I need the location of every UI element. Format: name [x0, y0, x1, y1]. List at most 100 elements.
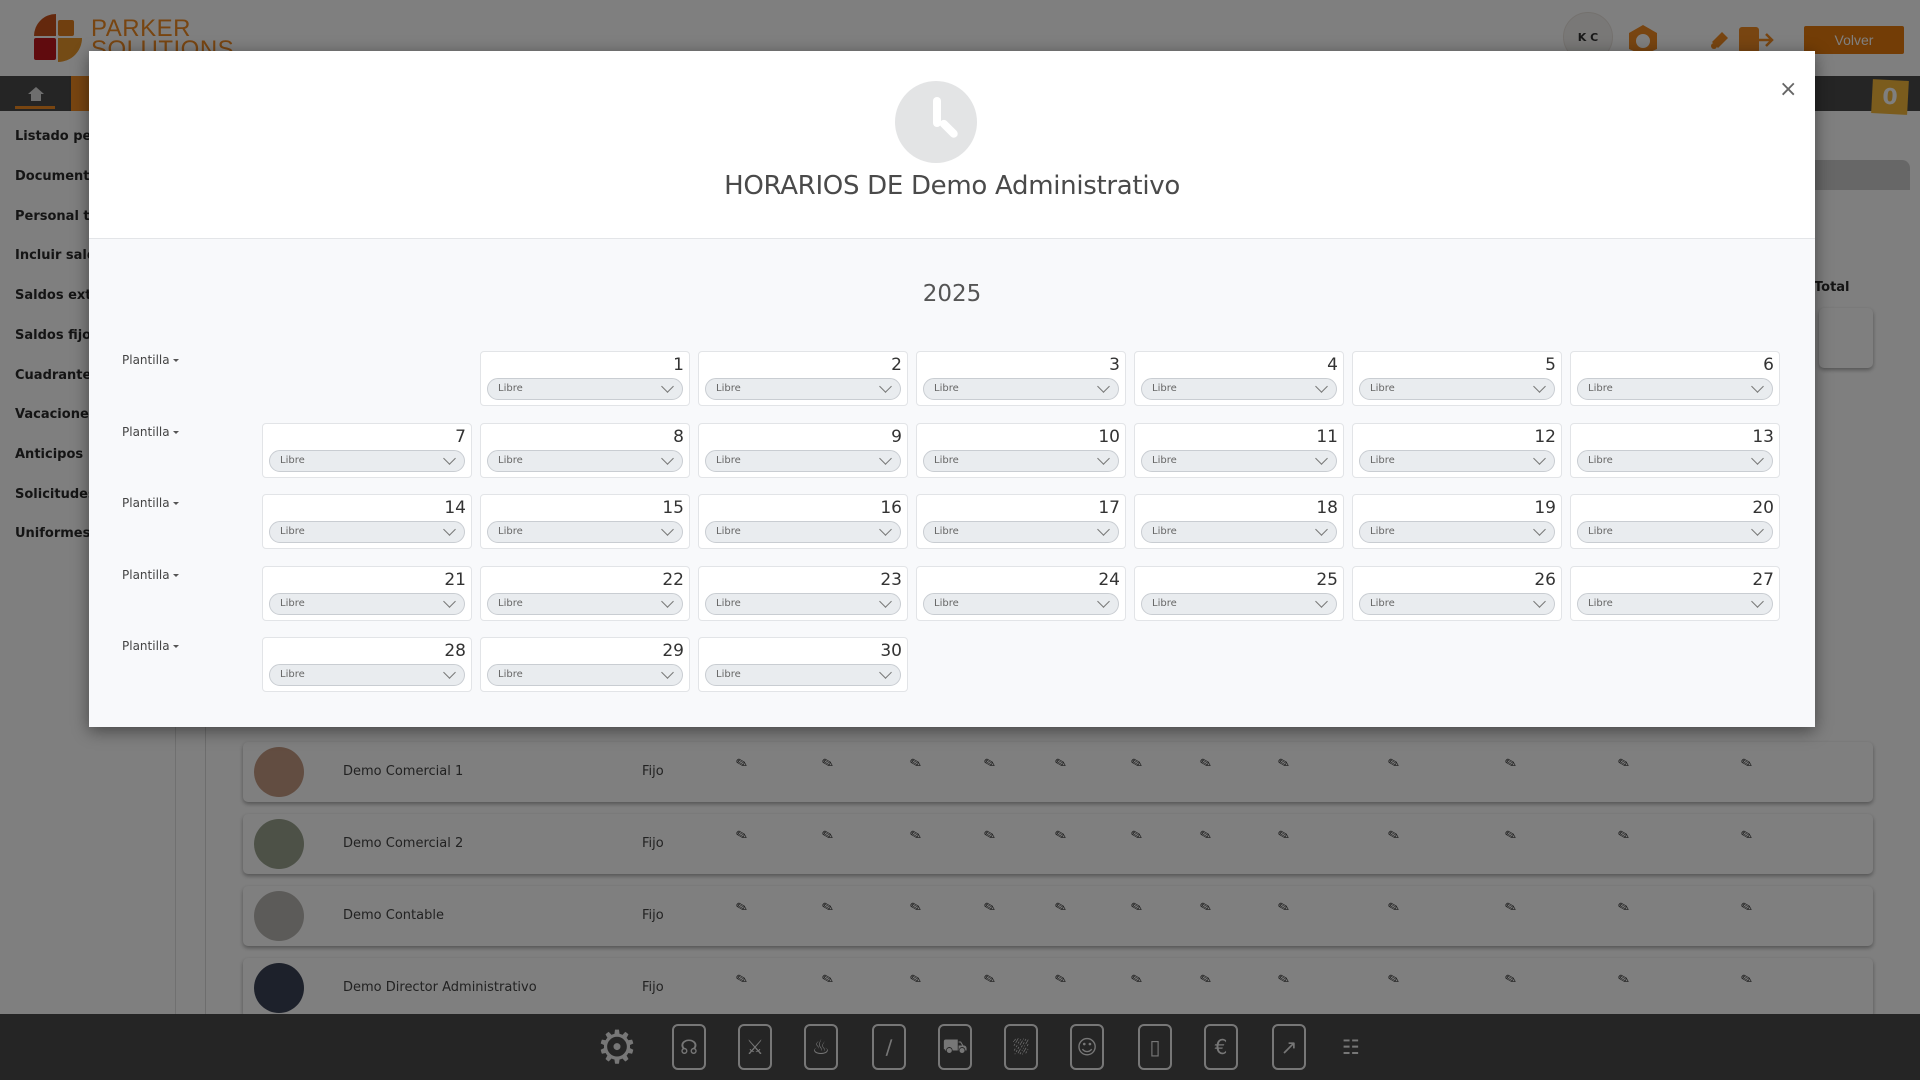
- modal-header: HORARIOS DE Demo Administrativo ×: [89, 51, 1815, 239]
- day-card: 10 Libre: [916, 423, 1126, 478]
- day-number: 2: [891, 355, 902, 375]
- schedule-modal: HORARIOS DE Demo Administrativo × 2025 P…: [89, 51, 1815, 727]
- shift-select[interactable]: Libre: [1577, 593, 1773, 615]
- shift-select[interactable]: Libre: [923, 378, 1119, 400]
- shift-select-value: Libre: [498, 598, 523, 609]
- shift-select[interactable]: Libre: [1577, 521, 1773, 543]
- shift-select[interactable]: Libre: [705, 521, 901, 543]
- shift-select-value: Libre: [1152, 526, 1177, 537]
- shift-select[interactable]: Libre: [1359, 593, 1555, 615]
- day-number: 27: [1752, 570, 1774, 590]
- day-number: 8: [673, 427, 684, 447]
- shift-select[interactable]: Libre: [269, 450, 465, 472]
- day-card: 5 Libre: [1352, 351, 1562, 406]
- chevron-down-icon: [443, 666, 456, 679]
- shift-select[interactable]: Libre: [705, 593, 901, 615]
- plantilla-label: Plantilla: [122, 568, 170, 582]
- shift-select-value: Libre: [1588, 598, 1613, 609]
- day-card: 11 Libre: [1134, 423, 1344, 478]
- shift-select[interactable]: Libre: [705, 450, 901, 472]
- day-card: 20 Libre: [1570, 494, 1780, 549]
- shift-select[interactable]: Libre: [1141, 450, 1337, 472]
- shift-select-value: Libre: [498, 383, 523, 394]
- shift-select[interactable]: Libre: [1359, 521, 1555, 543]
- shift-select[interactable]: Libre: [269, 664, 465, 686]
- chevron-down-icon: [1533, 452, 1546, 465]
- shift-select[interactable]: Libre: [487, 450, 683, 472]
- shift-select[interactable]: Libre: [487, 593, 683, 615]
- day-card: 1 Libre: [480, 351, 690, 406]
- day-number: 22: [662, 570, 684, 590]
- chevron-down-icon: [443, 595, 456, 608]
- shift-select[interactable]: Libre: [705, 378, 901, 400]
- close-button[interactable]: ×: [1779, 79, 1797, 101]
- shift-select[interactable]: Libre: [1577, 450, 1773, 472]
- day-number: 3: [1109, 355, 1120, 375]
- chevron-down-icon: [879, 380, 892, 393]
- chevron-down-icon: [661, 666, 674, 679]
- shift-select[interactable]: Libre: [923, 521, 1119, 543]
- day-number: 18: [1316, 498, 1338, 518]
- shift-select[interactable]: Libre: [923, 450, 1119, 472]
- chevron-down-icon: [661, 595, 674, 608]
- clock-icon: [895, 81, 977, 163]
- plantilla-dropdown[interactable]: Plantilla: [122, 496, 179, 510]
- shift-select[interactable]: Libre: [269, 593, 465, 615]
- day-number: 25: [1316, 570, 1338, 590]
- plantilla-dropdown[interactable]: Plantilla: [122, 568, 179, 582]
- plantilla-label: Plantilla: [122, 425, 170, 439]
- day-card: 26 Libre: [1352, 566, 1562, 621]
- chevron-down-icon: [1533, 523, 1546, 536]
- day-card: 15 Libre: [480, 494, 690, 549]
- day-number: 14: [444, 498, 466, 518]
- chevron-down-icon: [1097, 380, 1110, 393]
- chevron-down-icon: [879, 523, 892, 536]
- day-card: 4 Libre: [1134, 351, 1344, 406]
- day-card: 7 Libre: [262, 423, 472, 478]
- shift-select-value: Libre: [280, 598, 305, 609]
- shift-select-value: Libre: [1152, 455, 1177, 466]
- caret-down-icon: [172, 574, 179, 577]
- year-label: 2025: [922, 281, 982, 307]
- day-card: 29 Libre: [480, 637, 690, 692]
- shift-select[interactable]: Libre: [1141, 593, 1337, 615]
- day-number: 4: [1327, 355, 1338, 375]
- shift-select[interactable]: Libre: [1141, 521, 1337, 543]
- shift-select-value: Libre: [716, 598, 741, 609]
- modal-title: HORARIOS DE Demo Administrativo: [724, 171, 1180, 201]
- day-card: 27 Libre: [1570, 566, 1780, 621]
- plantilla-dropdown[interactable]: Plantilla: [122, 353, 179, 367]
- shift-select[interactable]: Libre: [705, 664, 901, 686]
- shift-select-value: Libre: [498, 669, 523, 680]
- day-card: 19 Libre: [1352, 494, 1562, 549]
- shift-select[interactable]: Libre: [1359, 378, 1555, 400]
- day-card: 14 Libre: [262, 494, 472, 549]
- shift-select[interactable]: Libre: [1359, 450, 1555, 472]
- shift-select[interactable]: Libre: [269, 521, 465, 543]
- day-card: 6 Libre: [1570, 351, 1780, 406]
- day-card: 9 Libre: [698, 423, 908, 478]
- shift-select[interactable]: Libre: [487, 378, 683, 400]
- shift-select-value: Libre: [716, 383, 741, 394]
- chevron-down-icon: [661, 452, 674, 465]
- chevron-down-icon: [443, 523, 456, 536]
- day-card: 16 Libre: [698, 494, 908, 549]
- caret-down-icon: [172, 359, 179, 362]
- plantilla-dropdown[interactable]: Plantilla: [122, 425, 179, 439]
- shift-select[interactable]: Libre: [923, 593, 1119, 615]
- shift-select[interactable]: Libre: [487, 664, 683, 686]
- shift-select-value: Libre: [1370, 598, 1395, 609]
- caret-down-icon: [172, 431, 179, 434]
- plantilla-dropdown[interactable]: Plantilla: [122, 639, 179, 653]
- shift-select[interactable]: Libre: [1577, 378, 1773, 400]
- shift-select-value: Libre: [934, 383, 959, 394]
- day-card: 23 Libre: [698, 566, 908, 621]
- chevron-down-icon: [661, 380, 674, 393]
- shift-select[interactable]: Libre: [487, 521, 683, 543]
- chevron-down-icon: [1097, 452, 1110, 465]
- day-number: 13: [1752, 427, 1774, 447]
- day-card: 8 Libre: [480, 423, 690, 478]
- shift-select[interactable]: Libre: [1141, 378, 1337, 400]
- caret-down-icon: [172, 645, 179, 648]
- chevron-down-icon: [1315, 595, 1328, 608]
